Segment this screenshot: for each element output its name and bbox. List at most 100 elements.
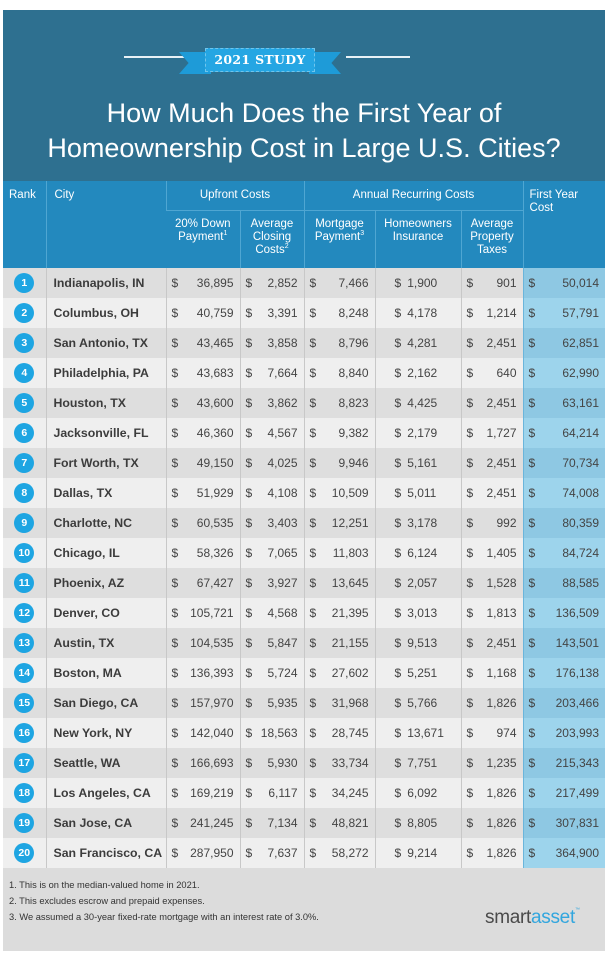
first-year-cost-cell: $50,014 [522,268,606,298]
rank-cell: 11 [3,568,46,598]
amount: 105,721 [190,606,234,620]
insurance-cell: $6,092 [374,778,461,808]
amount: 70,734 [562,456,600,470]
currency-symbol: $ [394,756,402,770]
currency-symbol: $ [394,576,402,590]
amount: 6,092 [407,786,438,800]
insurance-cell: $5,011 [374,478,461,508]
amount: 2,162 [407,366,438,380]
header-rank: Rank [3,181,46,268]
currency-symbol: $ [171,666,179,680]
currency-symbol: $ [245,306,253,320]
amount: 1,168 [486,666,517,680]
amount: 7,065 [267,546,298,560]
amount: 2,451 [486,396,517,410]
currency-symbol: $ [171,486,179,500]
mortgage-payment-cell: $31,968 [303,688,375,718]
amount: 88,585 [562,576,600,590]
currency-symbol: $ [528,366,536,380]
first-year-cost-cell: $215,343 [522,748,606,778]
amount: 5,251 [407,666,438,680]
currency-symbol: $ [466,786,474,800]
city-cell: Austin, TX [45,628,166,658]
amount: 5,724 [267,666,298,680]
property-taxes-cell: $1,826 [460,838,524,868]
closing-costs-cell: $4,568 [239,598,304,628]
property-taxes-cell: $1,727 [460,418,524,448]
currency-symbol: $ [309,846,317,860]
currency-symbol: $ [394,696,402,710]
city-cell: Los Angeles, CA [45,778,166,808]
mortgage-payment-cell: $33,734 [303,748,375,778]
amount: 203,466 [555,696,600,710]
amount: 3,391 [267,306,298,320]
currency-symbol: $ [171,306,179,320]
header-mortgage-label: Mortgage Payment [314,217,364,243]
amount: 50,014 [562,276,600,290]
amount: 8,796 [338,336,369,350]
mortgage-payment-cell: $58,272 [303,838,375,868]
amount: 241,245 [190,816,234,830]
amount: 5,766 [407,696,438,710]
currency-symbol: $ [394,306,402,320]
currency-symbol: $ [309,456,317,470]
insurance-cell: $3,013 [374,598,461,628]
currency-symbol: $ [171,636,179,650]
first-year-cost-cell: $70,734 [522,448,606,478]
currency-symbol: $ [245,546,253,560]
down-payment-cell: $67,427 [165,568,240,598]
rank-badge: 3 [14,333,35,353]
currency-symbol: $ [309,636,317,650]
currency-symbol: $ [528,696,536,710]
mortgage-payment-cell: $27,602 [303,658,375,688]
amount: 7,664 [267,366,298,380]
property-taxes-cell: $1,528 [460,568,524,598]
currency-symbol: $ [245,426,253,440]
down-payment-cell: $60,535 [165,508,240,538]
title-line-1: How Much Does the First Year of [106,98,502,128]
closing-costs-cell: $4,567 [239,418,304,448]
amount: 3,858 [267,336,298,350]
insurance-cell: $6,124 [374,538,461,568]
amount: 1,813 [486,606,517,620]
currency-symbol: $ [245,576,253,590]
currency-symbol: $ [309,366,317,380]
first-year-cost-cell: $143,501 [522,628,606,658]
page-title: How Much Does the First Year of Homeowne… [3,96,605,166]
footnotes: 1. This is on the median-valued home in … [3,872,605,951]
currency-symbol: $ [394,666,402,680]
amount: 51,929 [196,486,234,500]
property-taxes-cell: $1,813 [460,598,524,628]
closing-costs-cell: $3,927 [239,568,304,598]
currency-symbol: $ [394,336,402,350]
amount: 287,950 [190,846,234,860]
insurance-cell: $9,214 [374,838,461,868]
currency-symbol: $ [309,756,317,770]
smartasset-logo: smartasset™ [485,907,580,929]
currency-symbol: $ [394,366,402,380]
rank-cell: 8 [3,478,46,508]
amount: 6,117 [268,786,298,800]
currency-symbol: $ [171,426,179,440]
insurance-cell: $7,751 [374,748,461,778]
rank-cell: 9 [3,508,46,538]
amount: 3,178 [407,516,438,530]
currency-symbol: $ [309,546,317,560]
closing-costs-cell: $18,563 [239,718,304,748]
amount: 9,382 [338,426,369,440]
down-payment-cell: $157,970 [165,688,240,718]
table-row: 10 Chicago, IL $58,326 $7,065 $11,803 $6,124 $… [3,538,606,568]
currency-symbol: $ [245,666,253,680]
property-taxes-cell: $1,168 [460,658,524,688]
currency-symbol: $ [171,846,179,860]
down-payment-cell: $105,721 [165,598,240,628]
insurance-cell: $2,162 [374,358,461,388]
table-body: 1 Indianapolis, IN $36,895 $2,852 $7,466 $1,9… [3,268,606,868]
amount: 43,683 [196,366,234,380]
table-row: 5 Houston, TX $43,600 $3,862 $8,823 $4,425 $2,… [3,388,606,418]
down-payment-cell: $166,693 [165,748,240,778]
mortgage-payment-cell: $12,251 [303,508,375,538]
amount: 7,751 [407,756,438,770]
header-down-payment: 20% Down Payment1 [166,210,240,268]
rank-badge: 19 [14,813,35,833]
